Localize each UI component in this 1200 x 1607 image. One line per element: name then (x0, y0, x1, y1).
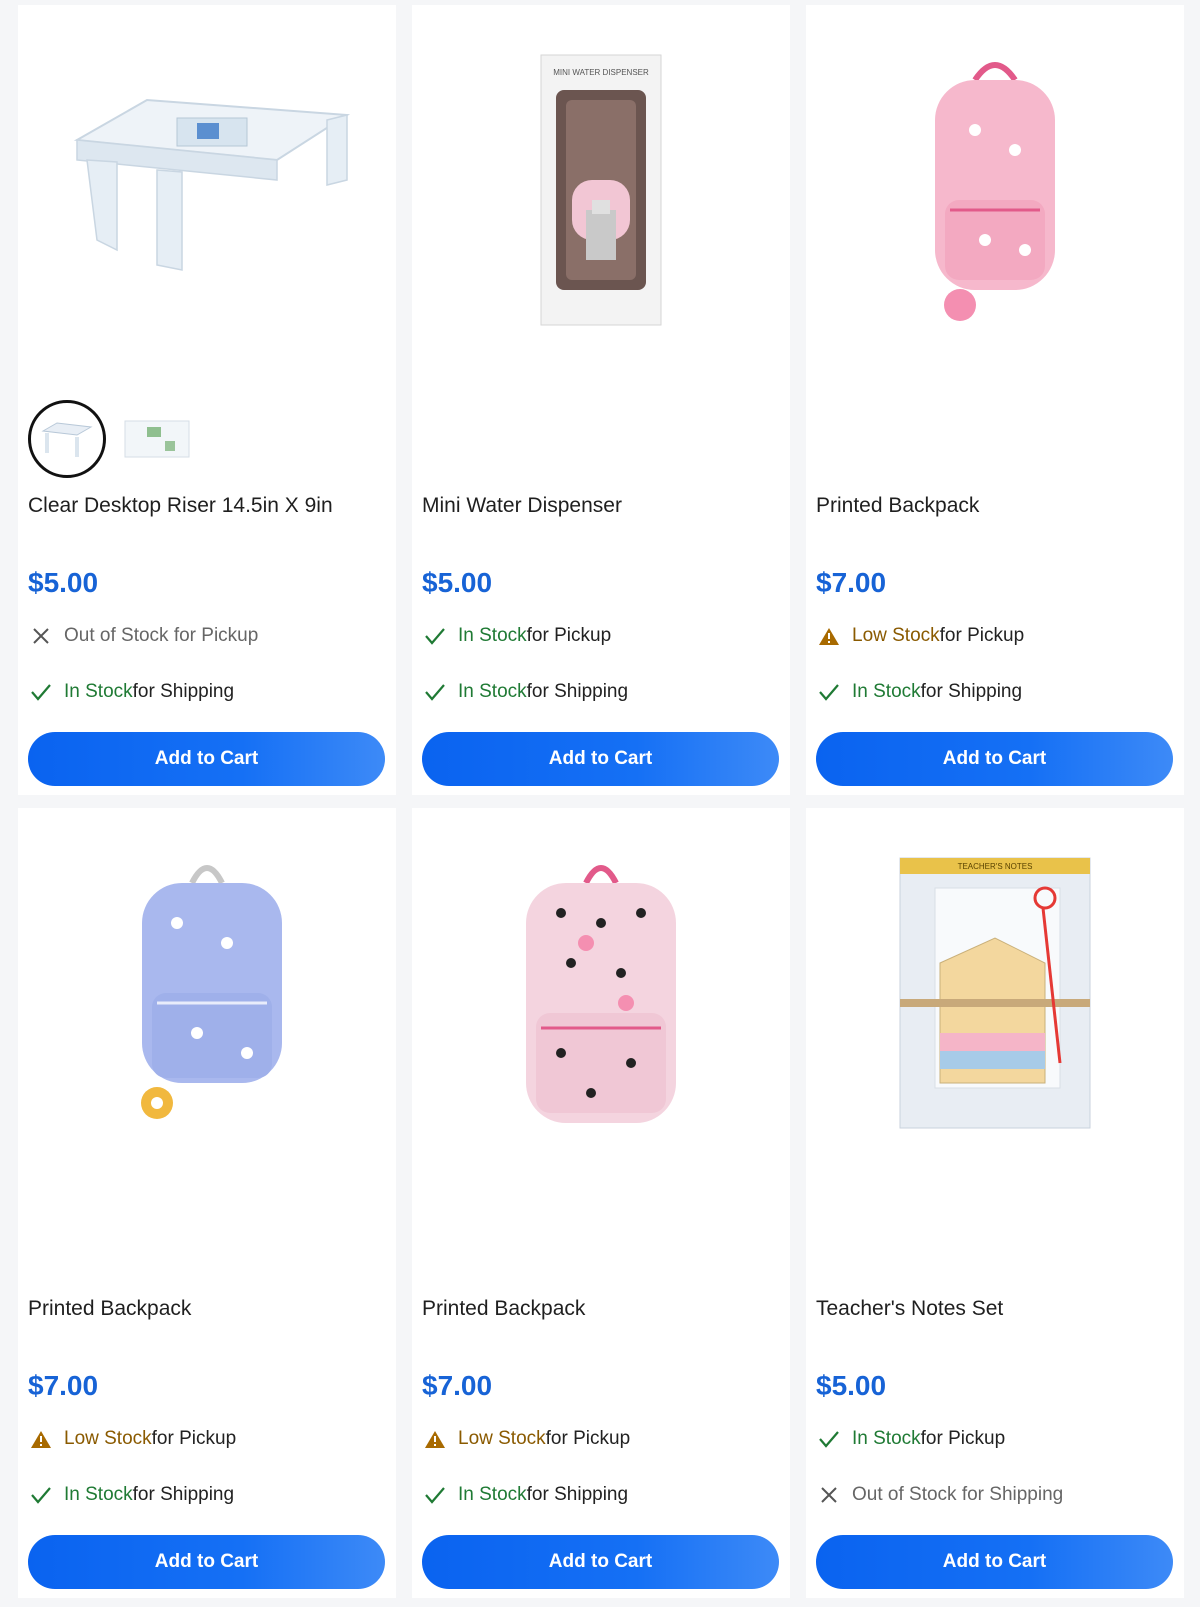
product-image[interactable] (806, 5, 1184, 375)
product-image[interactable] (18, 5, 396, 375)
pickup-status: Out of Stock for Pickup (64, 625, 259, 646)
product-price: $5.00 (816, 1370, 887, 1401)
shipping-status: Out of Stock for Shipping (852, 1484, 1064, 1505)
pickup-status: Low Stock (852, 625, 940, 646)
shipping-label: for Shipping (132, 1484, 235, 1505)
pink-backpack-image (935, 62, 1055, 321)
pickup-status: Low Stock (458, 1428, 546, 1449)
pickup-availability: Low Stock for Pickup (422, 1425, 782, 1453)
pickup-label: for Pickup (545, 1428, 631, 1449)
product-title[interactable]: Clear Desktop Riser 14.5in X 9in (28, 491, 378, 521)
pickup-availability: Low Stock for Pickup (28, 1425, 388, 1453)
product-image[interactable]: TEACHER'S NOTES (806, 808, 1184, 1178)
pickup-label: for Pickup (920, 1428, 1006, 1449)
product-card[interactable]: TEACHER'S NOTES Teacher's Notes Set $5.0… (806, 808, 1184, 1598)
product-card[interactable]: Clear Desktop Riser 14.5in X 9in $5.00 O… (18, 5, 396, 795)
warning-icon (28, 1426, 54, 1452)
product-card[interactable]: Printed Backpack $7.00 Low Stock for Pic… (412, 808, 790, 1598)
notes-set-image: TEACHER'S NOTES (899, 857, 1091, 1129)
shipping-status: In Stock (852, 681, 921, 702)
add-to-cart-button[interactable]: Add to Cart (28, 732, 385, 786)
shipping-status: In Stock (64, 681, 133, 702)
check-icon (422, 623, 448, 649)
product-title[interactable]: Mini Water Dispenser (422, 491, 772, 521)
product-card[interactable]: Printed Backpack $7.00 Low Stock for Pic… (18, 808, 396, 1598)
shipping-status: In Stock (64, 1484, 133, 1505)
image-thumbnails (28, 397, 196, 481)
add-to-cart-button[interactable]: Add to Cart (422, 732, 779, 786)
pickup-status: In Stock (852, 1428, 921, 1449)
pickup-status: In Stock (458, 625, 527, 646)
shipping-availability: Out of Stock for Shipping (816, 1481, 1176, 1509)
pickup-availability: Low Stock for Pickup (816, 622, 1176, 650)
blue-floral-backpack-image (141, 865, 282, 1119)
product-price: $7.00 (816, 567, 887, 598)
product-title[interactable]: Printed Backpack (816, 491, 1166, 521)
shipping-label: for Shipping (526, 681, 629, 702)
product-price: $5.00 (422, 567, 493, 598)
shipping-label: for Shipping (920, 681, 1023, 702)
product-title[interactable]: Printed Backpack (28, 1294, 378, 1324)
check-icon (28, 679, 54, 705)
product-title[interactable]: Printed Backpack (422, 1294, 772, 1324)
box-label: MINI WATER DISPENSER (553, 68, 649, 77)
add-to-cart-button[interactable]: Add to Cart (816, 732, 1173, 786)
pickup-label: for Pickup (526, 625, 612, 646)
product-image[interactable] (412, 808, 790, 1178)
leopard-backpack-image (526, 865, 676, 1123)
pickup-status: Low Stock (64, 1428, 152, 1449)
thumbnail-1[interactable] (28, 400, 106, 478)
product-price: $7.00 (422, 1370, 493, 1401)
check-icon (422, 679, 448, 705)
shipping-availability: In Stock for Shipping (422, 678, 782, 706)
shipping-availability: In Stock for Shipping (28, 1481, 388, 1509)
shipping-availability: In Stock for Shipping (816, 678, 1176, 706)
add-to-cart-button[interactable]: Add to Cart (422, 1535, 779, 1589)
product-price: $5.00 (28, 567, 99, 598)
check-icon (28, 1482, 54, 1508)
product-image[interactable]: MINI WATER DISPENSER (412, 5, 790, 375)
desktop-riser-thumb-icon (41, 422, 93, 457)
desktop-riser-thumb-icon (124, 420, 190, 458)
add-to-cart-button[interactable]: Add to Cart (28, 1535, 385, 1589)
shipping-availability: In Stock for Shipping (28, 678, 388, 706)
pad-label: TEACHER'S NOTES (958, 862, 1033, 871)
shipping-status: In Stock (458, 1484, 527, 1505)
shipping-status: In Stock (458, 681, 527, 702)
water-dispenser-image: MINI WATER DISPENSER (540, 54, 662, 326)
product-image[interactable] (18, 808, 396, 1178)
check-icon (816, 1426, 842, 1452)
add-to-cart-button[interactable]: Add to Cart (816, 1535, 1173, 1589)
warning-icon (816, 623, 842, 649)
pickup-label: for Pickup (939, 625, 1025, 646)
product-card[interactable]: Printed Backpack $7.00 Low Stock for Pic… (806, 5, 1184, 795)
product-title[interactable]: Teacher's Notes Set (816, 1294, 1166, 1324)
shipping-label: for Shipping (132, 681, 235, 702)
check-icon (816, 679, 842, 705)
warning-icon (422, 1426, 448, 1452)
product-card[interactable]: MINI WATER DISPENSER Mini Water Dispense… (412, 5, 790, 795)
thumbnail-2[interactable] (118, 400, 196, 478)
x-icon (28, 623, 54, 649)
product-grid: Clear Desktop Riser 14.5in X 9in $5.00 O… (0, 0, 1200, 1607)
x-icon (816, 1482, 842, 1508)
shipping-availability: In Stock for Shipping (422, 1481, 782, 1509)
pickup-availability: Out of Stock for Pickup (28, 622, 388, 650)
pickup-availability: In Stock for Pickup (422, 622, 782, 650)
pickup-label: for Pickup (151, 1428, 237, 1449)
pickup-availability: In Stock for Pickup (816, 1425, 1176, 1453)
shipping-label: for Shipping (526, 1484, 629, 1505)
desktop-riser-image (73, 98, 351, 271)
check-icon (422, 1482, 448, 1508)
product-price: $7.00 (28, 1370, 99, 1401)
